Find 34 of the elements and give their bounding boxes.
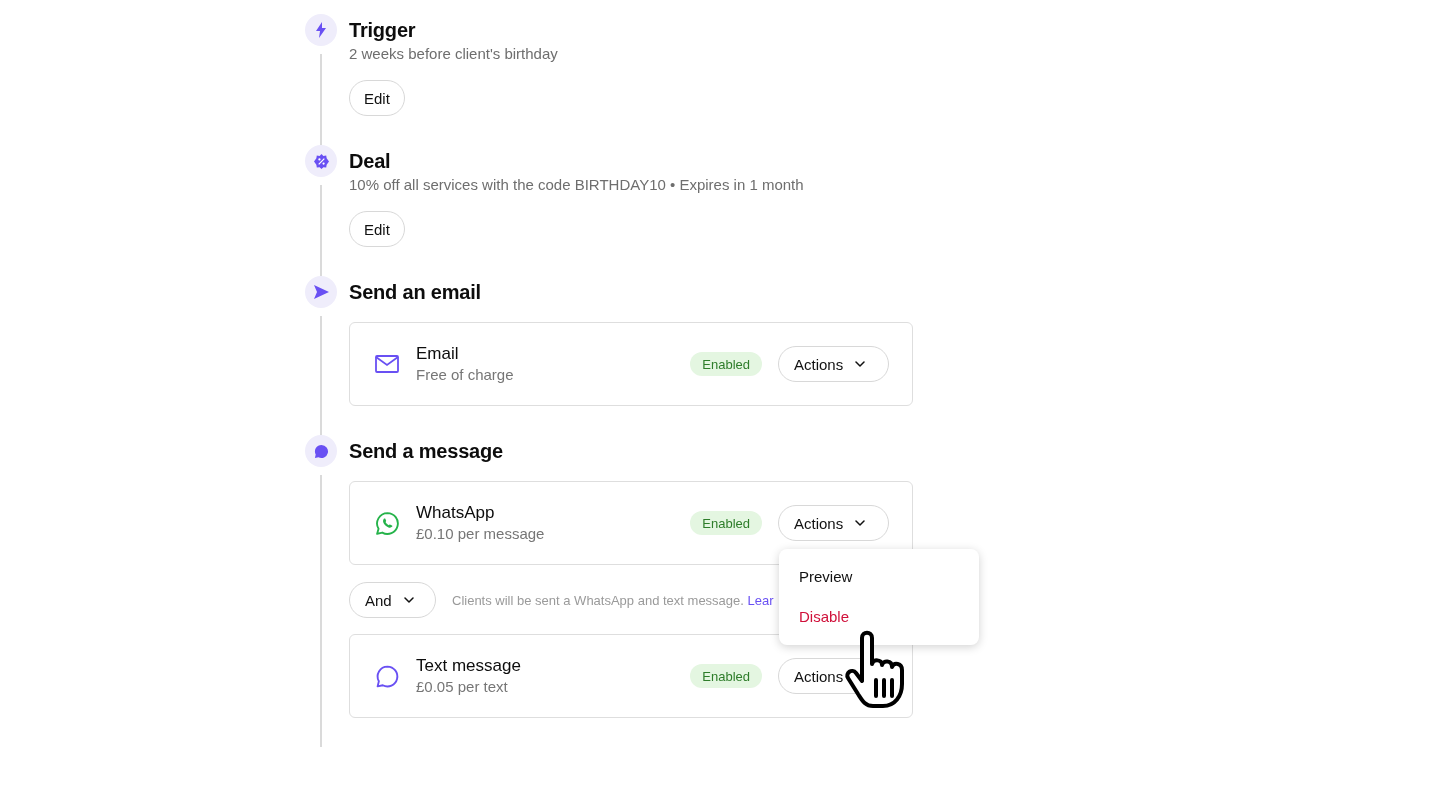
step-description: 10% off all services with the code BIRTHDAY10 • Expires in 1 month bbox=[349, 175, 805, 195]
step-title: Deal bbox=[349, 149, 392, 174]
menu-item[interactable]: Preview bbox=[779, 557, 979, 597]
menu-item[interactable]: Disable bbox=[779, 597, 979, 637]
speech-bubble-icon bbox=[374, 663, 400, 689]
edit-button[interactable]: Edit bbox=[349, 80, 405, 116]
whatsapp-icon bbox=[374, 510, 400, 536]
step-title: Trigger bbox=[349, 18, 417, 43]
chevron-down-icon bbox=[855, 520, 866, 526]
status-badge: Enabled bbox=[690, 511, 762, 535]
actions-button[interactable]: Actions bbox=[778, 346, 889, 382]
chevron-down-icon bbox=[403, 597, 414, 603]
send-icon bbox=[313, 285, 329, 299]
channel-name: Text message bbox=[416, 655, 522, 677]
channel-price: Free of charge bbox=[416, 365, 515, 385]
step-title: Send a message bbox=[349, 439, 504, 464]
discount-badge-icon bbox=[313, 153, 329, 169]
step-description: 2 weeks before client's birthday bbox=[349, 44, 559, 64]
status-badge: Enabled bbox=[690, 352, 762, 376]
actions-button[interactable]: Actions bbox=[778, 505, 889, 541]
info-text: Clients will be sent a WhatsApp and text message. Lear bbox=[452, 592, 774, 608]
chat-bubble-icon bbox=[313, 443, 329, 459]
edit-button[interactable]: Edit bbox=[349, 211, 405, 247]
channel-name: WhatsApp bbox=[416, 502, 496, 524]
channel-price: £0.05 per text bbox=[416, 677, 509, 697]
learn-more-link[interactable]: Lear bbox=[747, 592, 774, 608]
lightning-icon bbox=[315, 22, 327, 38]
envelope-icon bbox=[375, 355, 399, 373]
channel-name: Email bbox=[416, 343, 460, 365]
channel-price: £0.10 per message bbox=[416, 524, 546, 544]
chevron-down-icon bbox=[855, 361, 866, 367]
step-title: Send an email bbox=[349, 280, 482, 305]
status-badge: Enabled bbox=[690, 664, 762, 688]
and-dropdown[interactable]: And bbox=[349, 582, 436, 618]
